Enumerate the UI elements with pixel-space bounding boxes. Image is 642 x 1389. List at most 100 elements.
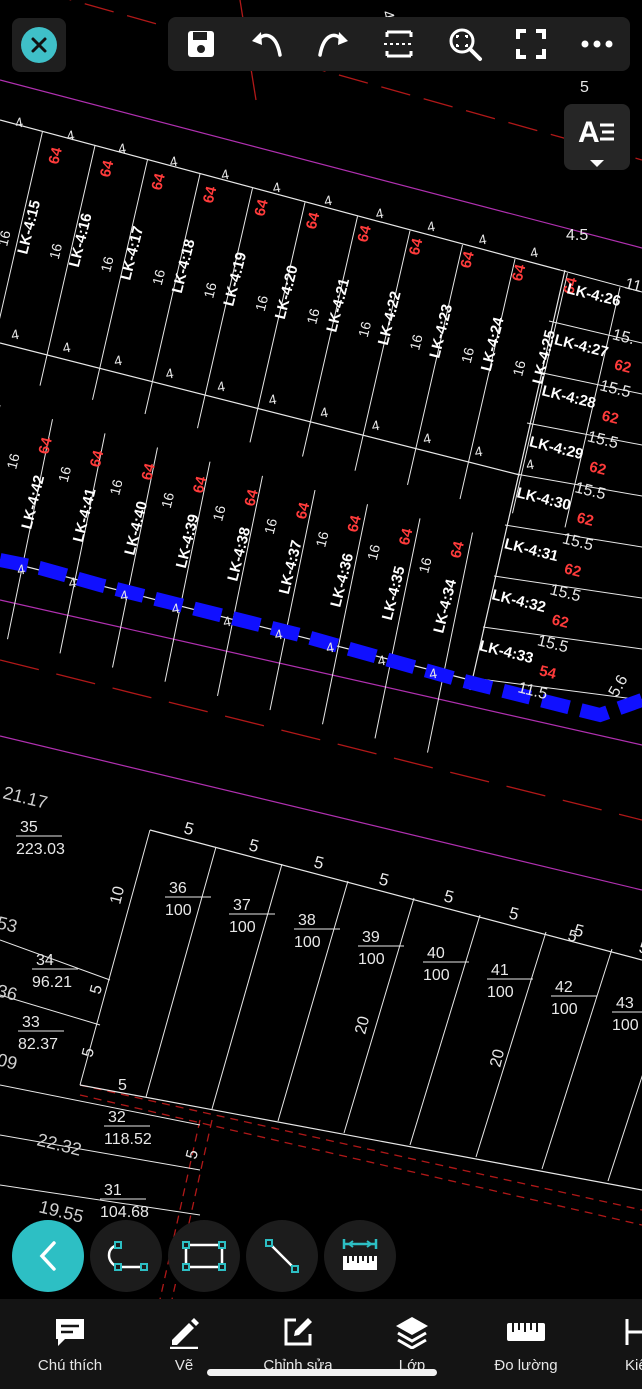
zoom-extent-icon[interactable] xyxy=(440,19,490,69)
dim-label: 4 xyxy=(323,192,334,209)
text-style-button[interactable]: A xyxy=(564,104,630,170)
lot-area: 54 xyxy=(538,662,559,683)
lot-area: 64 xyxy=(138,461,159,482)
dim-label: 16 xyxy=(46,242,65,261)
lot-area: 64 xyxy=(354,223,375,244)
dim-label: 20 xyxy=(352,1014,373,1035)
lot-label: LK-4:19 xyxy=(220,250,250,307)
back-icon xyxy=(39,1241,56,1271)
parcel-number: 40 xyxy=(427,945,445,962)
dim-label: 16 xyxy=(149,268,168,287)
cad-drawing-canvas[interactable]: LK-4:15 64 16 4 4 LK-4:16 64 16 4 4 LK-4:17 64 16 4 4 L… xyxy=(0,0,642,1389)
parcel-area: 223.03 xyxy=(16,841,65,858)
lot-label: LK-4:15 xyxy=(14,198,44,255)
close-button[interactable] xyxy=(12,18,66,72)
dim-label: 15.5 xyxy=(573,479,607,503)
lot-label: LK-4:38 xyxy=(224,525,254,582)
polyline-icon xyxy=(107,1241,148,1271)
chevron-down-icon xyxy=(589,156,605,174)
parcel-line xyxy=(0,1084,201,1126)
home-indicator xyxy=(207,1369,437,1376)
lot-label: LK-4:21 xyxy=(323,276,353,333)
parcel-number: 32 xyxy=(108,1109,126,1126)
dim-label: 16 xyxy=(55,465,74,484)
lot-area: 62 xyxy=(600,407,620,428)
dim-label: 5 xyxy=(79,1046,98,1059)
lot-area: 64 xyxy=(35,435,56,456)
side-number: 21.17 xyxy=(1,782,50,812)
lot-label: LK-4:24 xyxy=(478,315,508,373)
parcel-area: 100 xyxy=(294,934,321,951)
dim-label: 4 xyxy=(473,443,484,460)
parcel-line xyxy=(475,931,547,1158)
dim-label: 4 xyxy=(426,218,437,235)
dim-label: 16 xyxy=(3,452,22,471)
back-button[interactable] xyxy=(12,1220,84,1292)
parcel-number: 35 xyxy=(20,819,38,836)
dim-label: 4 xyxy=(374,205,385,222)
tab-measure[interactable]: Đo lường xyxy=(476,1299,576,1389)
dim-label: 4 xyxy=(271,179,282,196)
dim-label: 4 xyxy=(164,365,175,382)
lot-label: LK-4:27 xyxy=(553,331,610,361)
dim-label: 5 xyxy=(182,818,196,839)
dim-label: 5 xyxy=(247,835,261,856)
parcel-number: 42 xyxy=(555,979,573,996)
rectangle-tool-button[interactable] xyxy=(168,1220,240,1292)
dim-label: 4 xyxy=(422,430,433,447)
side-number: 53 xyxy=(0,912,19,936)
measure-icon xyxy=(342,1239,378,1270)
dim-label: 16 xyxy=(261,517,280,536)
comment-icon xyxy=(53,1315,87,1349)
lot-area: 64 xyxy=(45,145,66,166)
lot-label: LK-4:16 xyxy=(66,211,96,268)
save-icon[interactable] xyxy=(176,19,226,69)
parcel-area: 100 xyxy=(423,967,450,984)
tab-annotation[interactable]: Chú thích xyxy=(20,1299,120,1389)
dim-label: 4 xyxy=(117,140,128,157)
polyline-tool-button[interactable] xyxy=(90,1220,162,1292)
edit-icon xyxy=(281,1315,315,1349)
lot-area: 64 xyxy=(303,210,324,231)
parcel-number: 41 xyxy=(491,962,509,979)
split-icon[interactable] xyxy=(374,19,424,69)
parcel-line xyxy=(79,829,151,1086)
lot-area: 64 xyxy=(241,487,262,508)
parcel-number: 34 xyxy=(36,952,54,969)
undo-icon[interactable] xyxy=(242,19,292,69)
dim-label: 5 xyxy=(507,903,521,924)
dim-label: 5 xyxy=(87,983,106,996)
fullscreen-icon[interactable] xyxy=(506,19,556,69)
side-number: 09 xyxy=(0,1049,19,1073)
dim-label: 4 xyxy=(113,352,124,369)
dim-label: 4 xyxy=(61,339,72,356)
dim-label: 4 xyxy=(220,166,231,183)
parcel-area: 100 xyxy=(487,984,514,1001)
line-tool-button[interactable] xyxy=(246,1220,318,1292)
redo-icon[interactable] xyxy=(308,19,358,69)
road-edge xyxy=(79,1084,642,1211)
measure-tool-button[interactable] xyxy=(324,1220,396,1292)
lot-area: 64 xyxy=(396,526,417,547)
dim-label: 16 xyxy=(252,294,271,313)
draw-tools xyxy=(0,1218,642,1294)
more-icon[interactable] xyxy=(572,19,622,69)
dim-label: 16 xyxy=(415,556,434,575)
parcel-number: 36 xyxy=(169,880,187,897)
lot-label: LK-4:42 xyxy=(18,473,48,530)
lot-label: LK-4:39 xyxy=(173,512,203,569)
lot-label: LK-4:17 xyxy=(117,224,147,281)
dim-label: 16 xyxy=(106,478,125,497)
parcel-number: 33 xyxy=(22,1014,40,1031)
dim-label: 4 xyxy=(65,127,76,144)
dim-label: 4 xyxy=(267,391,278,408)
lot-label: LK-4:23 xyxy=(426,302,456,359)
pencil-icon xyxy=(167,1315,201,1349)
lot-label: LK-4:31 xyxy=(503,535,560,565)
dim-label: 10 xyxy=(107,884,128,905)
road-centerline xyxy=(0,659,642,821)
parcel-area: 100 xyxy=(358,951,385,968)
dim-label: 5 xyxy=(377,869,391,890)
tab-style[interactable]: Kiểu xyxy=(590,1299,642,1389)
lot-label: LK-4:37 xyxy=(276,538,306,595)
